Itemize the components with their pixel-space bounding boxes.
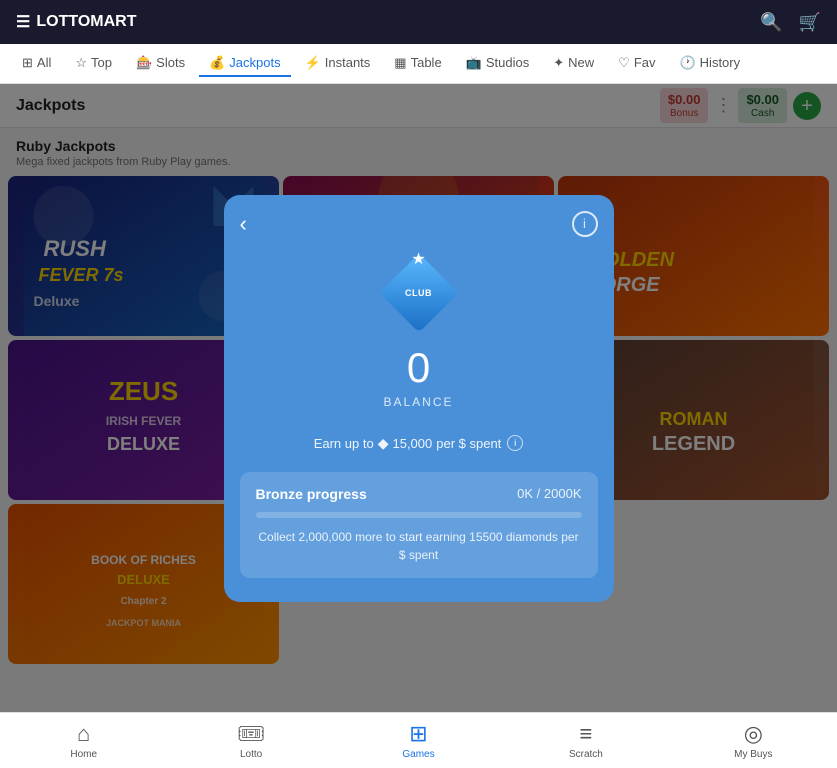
nav-label-slots: Slots [156, 55, 185, 70]
nav-icon-table: ▦ [394, 55, 406, 71]
page-content: Jackpots $0.00 Bonus ⋮ $0.00 Cash + Ruby… [0, 84, 837, 712]
nav-label-top: Top [91, 55, 112, 70]
nav-item-top[interactable]: ☆ Top [65, 51, 122, 77]
modal-back-button[interactable]: ‹ [240, 211, 247, 237]
nav-label-history: History [700, 55, 740, 70]
games-label: Games [402, 749, 434, 760]
nav-item-new[interactable]: ✦ New [543, 51, 604, 77]
home-icon: ⌂ [77, 721, 90, 747]
progress-label: Bronze progress [256, 486, 367, 502]
progress-bar-background [256, 512, 582, 518]
nav-item-instants[interactable]: ⚡ Instants [295, 51, 381, 77]
modal-top: ‹ i [224, 195, 614, 237]
modal-overlay[interactable]: ‹ i ★ CLUB 0 BALANCE Earn up to ◆ [0, 84, 837, 712]
nav-item-table[interactable]: ▦ Table [384, 51, 451, 77]
diamond-icon: ◆ [378, 435, 389, 452]
modal-progress-section: Bronze progress 0K / 2000K Collect 2,000… [240, 472, 598, 578]
nav-item-history[interactable]: 🕐 History [669, 51, 750, 77]
bottom-nav-mybuys[interactable]: ◎ My Buys [670, 721, 837, 760]
nav-item-studios[interactable]: 📺 Studios [456, 51, 540, 77]
nav-item-jackpots[interactable]: 💰 Jackpots [199, 51, 291, 77]
earn-amount: 15,000 [392, 436, 432, 451]
bottom-nav-scratch[interactable]: ≡ Scratch [502, 721, 669, 760]
mybuys-icon: ◎ [744, 721, 763, 747]
nav-label-table: Table [411, 55, 442, 70]
scratch-label: Scratch [569, 749, 603, 760]
hamburger-icon[interactable]: ☰ [16, 12, 30, 32]
earn-prefix: Earn up to [314, 436, 374, 451]
search-icon[interactable]: 🔍 [760, 12, 782, 33]
modal-earn-text: Earn up to ◆ 15,000 per $ spent i [248, 435, 590, 452]
nav-icon-fav: ♡ [618, 55, 630, 71]
nav-bar: ⊞ All ☆ Top 🎰 Slots 💰 Jackpots ⚡ Instant… [0, 44, 837, 84]
nav-label-instants: Instants [325, 55, 371, 70]
nav-label-jackpots: Jackpots [229, 55, 280, 70]
modal-balance-label: BALANCE [224, 395, 614, 409]
nav-item-all[interactable]: ⊞ All [12, 51, 61, 77]
modal-info-button[interactable]: i [572, 211, 598, 237]
modal-balance-section: 0 BALANCE [224, 347, 614, 425]
nav-label-studios: Studios [486, 55, 529, 70]
header-icons: 🔍 🛒 [760, 12, 821, 33]
home-label: Home [70, 749, 97, 760]
nav-icon-studios: 📺 [466, 55, 482, 71]
nav-item-slots[interactable]: 🎰 Slots [126, 51, 195, 77]
nav-icon-jackpots: 💰 [209, 55, 225, 71]
nav-icon-instants: ⚡ [305, 55, 321, 71]
nav-label-new: New [568, 55, 594, 70]
nav-icon-all: ⊞ [22, 55, 33, 71]
nav-label-fav: Fav [634, 55, 656, 70]
progress-description: Collect 2,000,000 more to start earning … [256, 528, 582, 564]
club-badge: ★ CLUB [379, 247, 459, 327]
games-icon: ⊞ [409, 721, 427, 747]
progress-value: 0K / 2000K [517, 486, 581, 501]
cart-icon[interactable]: 🛒 [799, 12, 821, 33]
nav-icon-slots: 🎰 [136, 55, 152, 71]
progress-header: Bronze progress 0K / 2000K [256, 486, 582, 502]
logo-text: LOTTOMART [36, 13, 136, 31]
nav-icon-new: ✦ [553, 55, 564, 71]
bottom-nav-games[interactable]: ⊞ Games [335, 721, 502, 760]
lotto-icon: 🎟 [237, 721, 265, 747]
lotto-label: Lotto [240, 749, 262, 760]
logo[interactable]: ☰ LOTTOMART [16, 12, 136, 32]
bottom-nav-home[interactable]: ⌂ Home [0, 721, 167, 760]
mybuys-label: My Buys [734, 749, 772, 760]
nav-item-fav[interactable]: ♡ Fav [608, 51, 665, 77]
club-modal: ‹ i ★ CLUB 0 BALANCE Earn up to ◆ [224, 195, 614, 602]
bottom-nav-lotto[interactable]: 🎟 Lotto [167, 721, 334, 760]
nav-label-all: All [37, 55, 51, 70]
header: ☰ LOTTOMART 🔍 🛒 [0, 0, 837, 44]
scratch-icon: ≡ [580, 721, 593, 747]
nav-icon-top: ☆ [75, 55, 87, 71]
modal-logo-area: ★ CLUB [224, 237, 614, 347]
club-label: CLUB [405, 288, 432, 298]
modal-balance-number: 0 [224, 347, 614, 389]
bottom-nav: ⌂ Home 🎟 Lotto ⊞ Games ≡ Scratch ◎ My Bu… [0, 712, 837, 768]
earn-suffix: per $ spent [436, 436, 501, 451]
earn-info-icon[interactable]: i [507, 435, 523, 451]
nav-icon-history: 🕐 [679, 55, 695, 71]
